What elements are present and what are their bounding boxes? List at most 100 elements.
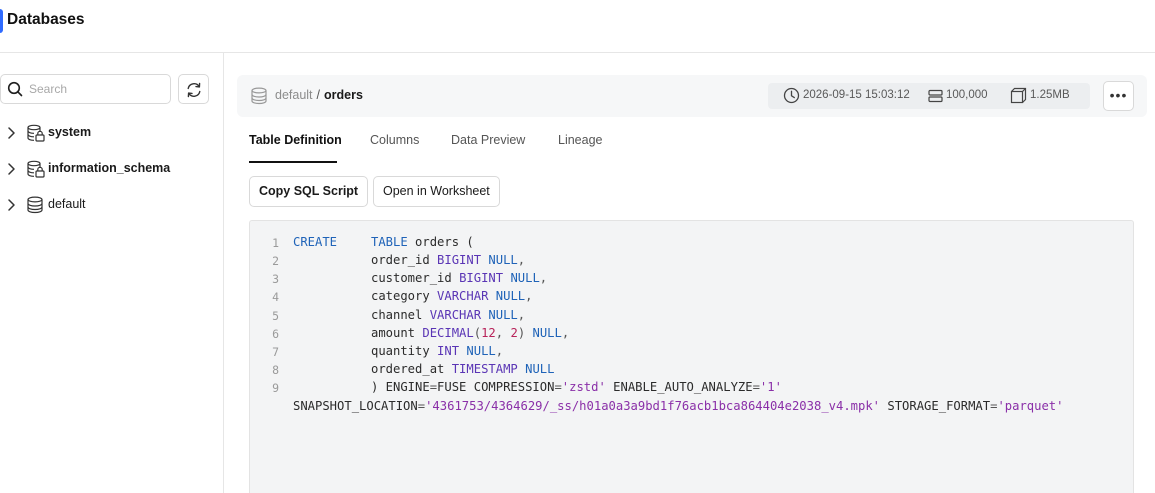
tree-item-information-schema[interactable]: information_schema <box>0 158 220 180</box>
database-icon <box>27 196 43 214</box>
open-worksheet-button[interactable]: Open in Worksheet <box>373 176 500 207</box>
tree-item-system[interactable]: system <box>0 122 220 144</box>
table-meta: 2026-09-15 15:03:12 100,000 1.25MB <box>768 83 1090 109</box>
clock-icon <box>783 87 800 104</box>
sql-type: BIGINT <box>437 253 482 267</box>
top-bar: Databases <box>0 0 1155 53</box>
tree-item-label: default <box>48 197 86 211</box>
code-text: SNAPSHOT_LOCATION <box>293 399 418 413</box>
breadcrumb-separator: / <box>316 88 321 102</box>
code-line: TABLE orders ( <box>371 235 474 249</box>
punctuation: , <box>539 271 548 285</box>
sidebar: system information_schema default <box>0 53 224 493</box>
database-lock-icon <box>27 124 45 142</box>
page-title: Databases <box>7 11 85 28</box>
column-name: customer_id <box>371 271 460 285</box>
chevron-right-icon[interactable] <box>6 126 16 140</box>
code-line: amount DECIMAL(12, 2) NULL, <box>371 326 569 340</box>
code-line: CREATE <box>293 235 337 249</box>
code-line: channel VARCHAR NULL, <box>371 308 525 322</box>
string-literal: '1' <box>759 380 782 394</box>
column-name: order_id <box>371 253 438 267</box>
search-icon <box>7 81 23 97</box>
code-text: orders ( <box>407 235 474 249</box>
sql-keyword: NULL <box>510 271 540 285</box>
tab-data-preview[interactable]: Data Preview <box>451 133 525 147</box>
tree-item-label: information_schema <box>48 161 171 175</box>
search-box[interactable] <box>0 74 171 104</box>
sql-type: TIMESTAMP <box>451 362 518 376</box>
chevron-right-icon[interactable] <box>6 162 16 176</box>
active-tab-indicator <box>249 161 337 163</box>
tab-bar: Table Definition Columns Data Preview Li… <box>237 125 1147 165</box>
tab-lineage[interactable]: Lineage <box>558 133 603 147</box>
sql-keyword: TABLE <box>371 235 408 249</box>
tree-item-default[interactable]: default <box>0 194 220 216</box>
tab-table-definition[interactable]: Table Definition <box>249 133 342 147</box>
sql-keyword: NULL <box>488 308 518 322</box>
copy-sql-button[interactable]: Copy SQL Script <box>249 176 369 207</box>
sql-type: VARCHAR <box>429 308 482 322</box>
punctuation: ) <box>517 326 533 340</box>
code-line: ) ENGINE=FUSE COMPRESSION='zstd' ENABLE_… <box>371 380 782 394</box>
code-line: category VARCHAR NULL, <box>371 289 532 303</box>
code-line: SNAPSHOT_LOCATION='4361753/4364629/_ss/h… <box>293 399 1063 413</box>
breadcrumb-database[interactable]: default <box>275 88 313 102</box>
code-text: ENABLE_AUTO_ANALYZE <box>605 380 753 394</box>
punctuation: , <box>525 289 533 303</box>
line-number: 9 <box>272 381 279 395</box>
tree-item-label: system <box>48 125 92 139</box>
column-name: category <box>371 289 438 303</box>
line-number: 5 <box>272 309 279 323</box>
table-detail-panel: default / orders 2026-09-15 15:03:12 100,0… <box>237 75 1147 493</box>
search-input[interactable] <box>29 81 164 97</box>
code-line: customer_id BIGINT NULL, <box>371 271 547 285</box>
line-number: 8 <box>272 363 279 377</box>
sql-code-editor[interactable]: 1 2 3 4 5 6 7 8 9 CREATE TABLE orders ( … <box>249 220 1134 493</box>
code-line: order_id BIGINT NULL, <box>371 253 525 267</box>
line-number: 1 <box>272 236 279 250</box>
sql-type: BIGINT <box>459 271 504 285</box>
updated-time: 2026-09-15 15:03:12 <box>803 89 910 101</box>
cube-icon <box>1010 87 1027 104</box>
line-number: 3 <box>272 272 279 286</box>
refresh-icon <box>187 82 201 98</box>
breadcrumb-table: orders <box>324 88 363 102</box>
line-number: 6 <box>272 327 279 341</box>
sql-type: DECIMAL <box>422 326 474 340</box>
sql-keyword: NULL <box>525 362 555 376</box>
sql-keyword: CREATE <box>293 235 338 249</box>
code-line: ordered_at TIMESTAMP NULL <box>371 362 554 376</box>
punctuation: , <box>495 344 504 358</box>
database-lock-icon <box>27 160 45 178</box>
sql-type: INT <box>437 344 460 358</box>
sql-keyword: NULL <box>532 326 562 340</box>
string-literal: 'parquet' <box>997 399 1064 413</box>
line-number: 4 <box>272 290 279 304</box>
more-options-button[interactable]: ••• <box>1103 81 1134 111</box>
operator: = <box>554 380 562 394</box>
tab-columns[interactable]: Columns <box>370 133 419 147</box>
table-size: 1.25MB <box>1030 89 1070 101</box>
operator: = <box>417 399 426 413</box>
rows-icon <box>928 89 943 103</box>
code-text: STORAGE_FORMAT <box>880 399 991 413</box>
punctuation: , <box>517 253 526 267</box>
operator: = <box>752 380 760 394</box>
code-text: ) ENGINE <box>371 380 430 394</box>
sql-keyword: NULL <box>495 289 526 303</box>
refresh-button[interactable] <box>178 74 209 104</box>
sql-keyword: NULL <box>488 253 518 267</box>
punctuation: , <box>517 308 526 322</box>
sql-type: VARCHAR <box>437 289 489 303</box>
title-accent <box>0 9 3 33</box>
code-text: FUSE COMPRESSION <box>437 380 555 394</box>
chevron-right-icon[interactable] <box>6 198 16 212</box>
number-literal: 12 <box>481 326 496 340</box>
number-literal: 2 <box>510 326 518 340</box>
database-icon <box>251 87 267 105</box>
punctuation: , <box>495 326 511 340</box>
table-header: default / orders 2026-09-15 15:03:12 100,0… <box>237 75 1147 117</box>
code-line: quantity INT NULL, <box>371 344 503 358</box>
string-literal: 'zstd' <box>561 380 606 394</box>
